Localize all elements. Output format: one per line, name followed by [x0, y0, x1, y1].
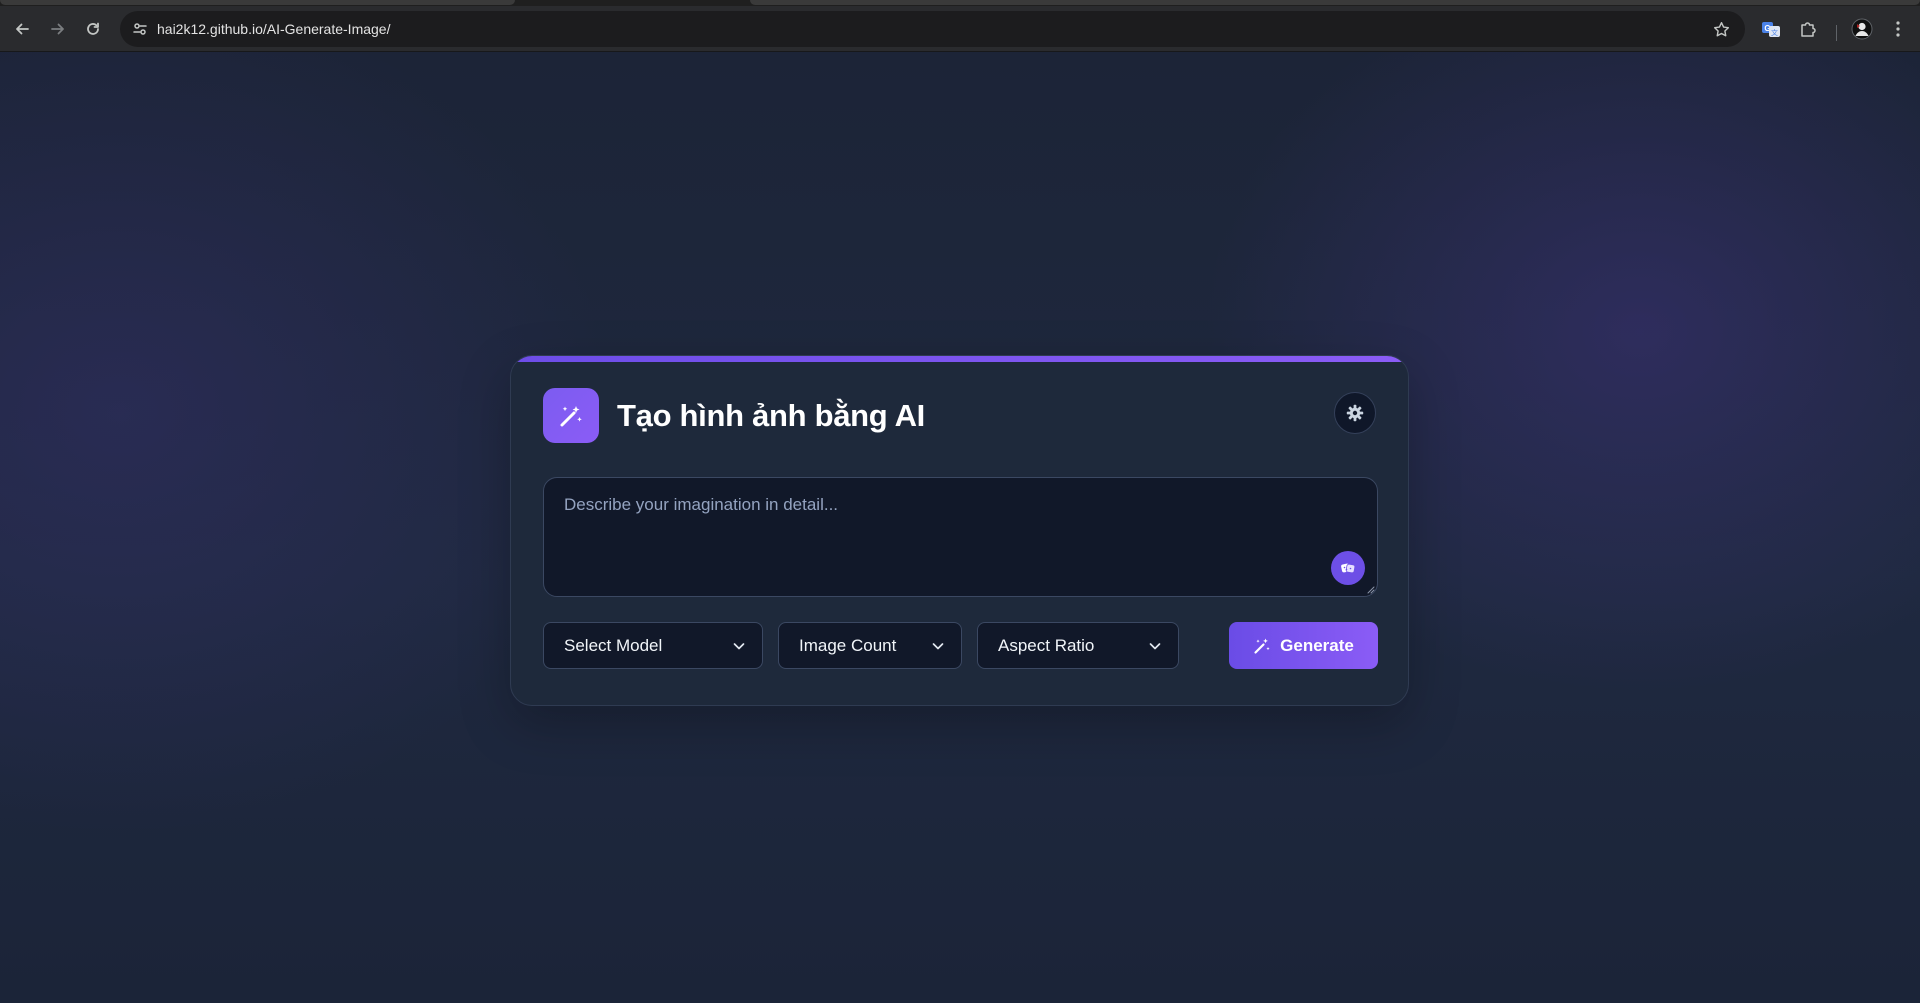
extensions-button[interactable]: [1794, 15, 1822, 43]
model-select[interactable]: Select Model: [543, 622, 763, 669]
model-select-label: Select Model: [564, 636, 663, 655]
reload-icon: [87, 22, 99, 35]
image-count-select-label: Image Count: [799, 636, 897, 655]
prompt-input[interactable]: [544, 478, 1377, 596]
random-prompt-button[interactable]: [1331, 551, 1365, 585]
card-accent-bar: [511, 356, 1408, 362]
chevron-down-icon: [1149, 643, 1161, 650]
url-text[interactable]: hai2k12.github.io/AI-Generate-Image/: [157, 11, 390, 47]
toolbar-divider: [1836, 25, 1837, 41]
kebab-menu-icon: [1896, 21, 1900, 37]
star-icon: [1713, 21, 1729, 36]
svg-text:文: 文: [1771, 28, 1778, 37]
tab-inactive[interactable]: [0, 0, 515, 5]
browser-menu-button[interactable]: [1884, 15, 1912, 43]
tune-icon: [133, 23, 147, 35]
aspect-ratio-select-label: Aspect Ratio: [998, 636, 1095, 655]
generate-button-label: Generate: [1280, 635, 1354, 655]
tab-inactive[interactable]: [750, 0, 1920, 5]
chevron-down-icon: [932, 643, 944, 650]
prompt-box: [543, 477, 1378, 597]
back-button[interactable]: [7, 14, 37, 44]
address-bar[interactable]: hai2k12.github.io/AI-Generate-Image/: [120, 11, 1745, 47]
app-logo: [543, 388, 599, 443]
dice-icon: [1341, 563, 1356, 574]
translate-icon: G 文: [1762, 22, 1780, 37]
generate-button[interactable]: Generate: [1229, 622, 1378, 669]
image-count-select[interactable]: Image Count: [778, 622, 962, 669]
bookmark-button[interactable]: [1707, 15, 1735, 43]
magic-wand-icon: [1254, 638, 1270, 654]
puzzle-icon: [1801, 22, 1816, 37]
settings-button[interactable]: [1334, 392, 1376, 434]
aspect-ratio-select[interactable]: Aspect Ratio: [977, 622, 1179, 669]
avatar-icon: [1851, 18, 1873, 40]
site-info-button[interactable]: [126, 15, 154, 43]
profile-button[interactable]: [1848, 15, 1876, 43]
resize-grip-icon[interactable]: [1365, 584, 1375, 594]
browser-toolbar: hai2k12.github.io/AI-Generate-Image/ G 文: [0, 6, 1920, 52]
generator-card: Tạo hình ảnh bằng AI Describe your imagi…: [510, 355, 1409, 706]
page-title: Tạo hình ảnh bằng AI: [617, 398, 925, 433]
translate-button[interactable]: G 文: [1757, 15, 1785, 43]
gear-icon: [1346, 404, 1364, 422]
forward-button[interactable]: [43, 14, 73, 44]
magic-wand-icon: [560, 405, 582, 426]
reload-button[interactable]: [78, 14, 108, 44]
chevron-down-icon: [733, 643, 745, 650]
page-viewport: Tạo hình ảnh bằng AI Describe your imagi…: [0, 52, 1920, 1003]
arrow-right-icon: [51, 23, 64, 35]
arrow-left-icon: [16, 23, 29, 35]
